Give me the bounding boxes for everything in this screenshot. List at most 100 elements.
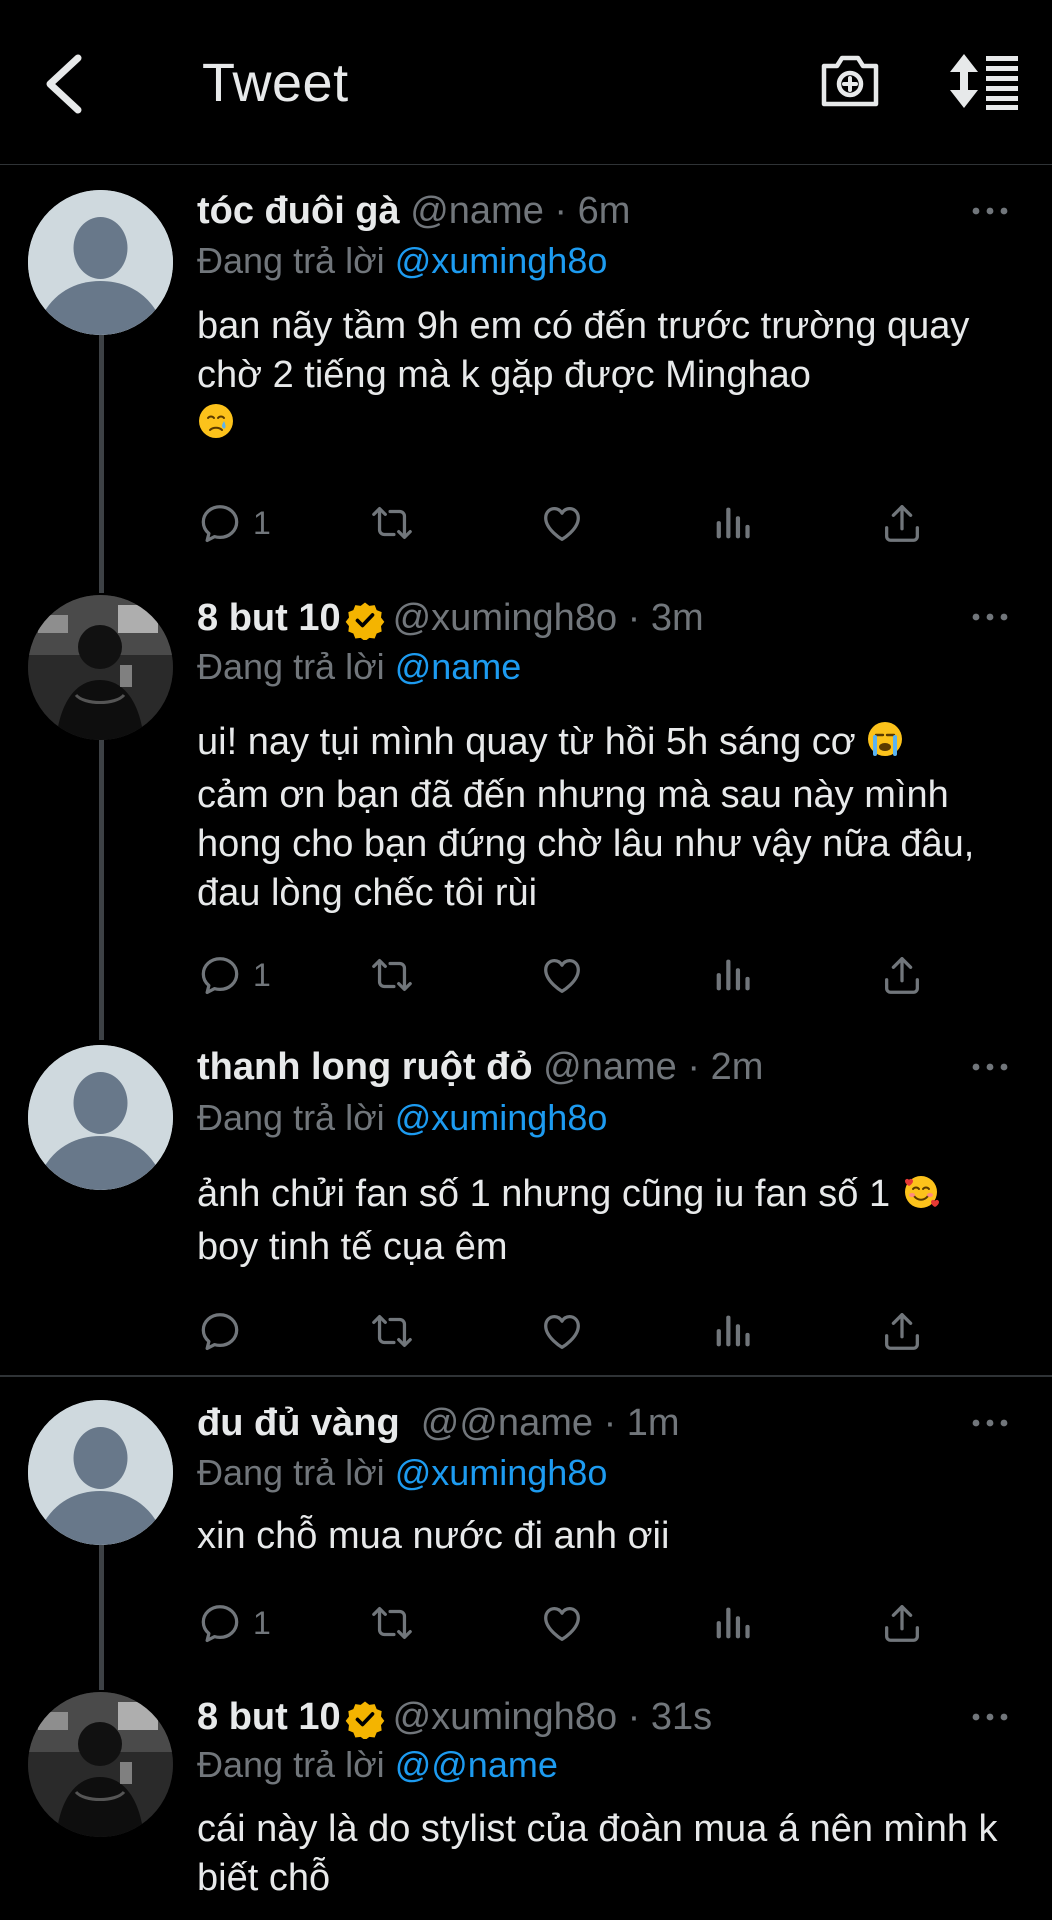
heart-icon xyxy=(539,952,585,998)
camera-button[interactable] xyxy=(818,52,882,110)
reply-context: Đang trả lời @xumingh8o xyxy=(197,1452,607,1494)
more-icon xyxy=(970,205,1010,217)
more-options-button[interactable] xyxy=(970,1060,1020,1080)
reply-button[interactable]: 1 xyxy=(197,1598,271,1648)
more-options-button[interactable] xyxy=(970,1416,1020,1436)
more-options-button[interactable] xyxy=(970,610,1020,630)
avatar[interactable] xyxy=(28,595,173,740)
reply-button[interactable]: 1 xyxy=(197,950,271,1000)
timestamp: 3m xyxy=(650,597,704,639)
avatar[interactable] xyxy=(28,1692,173,1837)
reply-button[interactable] xyxy=(197,1306,243,1356)
analytics-icon xyxy=(709,1600,755,1646)
reply-context: Đang trả lời @xumingh8o xyxy=(197,240,607,282)
reply-mention[interactable]: @xumingh8o xyxy=(395,1097,608,1138)
reply-prefix: Đang trả lời xyxy=(197,646,385,687)
share-icon xyxy=(879,1308,925,1354)
reply-icon xyxy=(197,952,243,998)
display-name[interactable]: đu đủ vàng xyxy=(197,1402,400,1444)
reply-context: Đang trả lời @@name xyxy=(197,1744,558,1786)
top-bar: Tweet xyxy=(0,0,1052,165)
action-bar: 1 xyxy=(197,1598,967,1648)
crying-face-emoji xyxy=(197,402,235,453)
reply-mention[interactable]: @xumingh8o xyxy=(395,240,608,281)
like-button[interactable] xyxy=(539,1306,585,1356)
display-name[interactable]: 8 but 10 xyxy=(197,597,341,639)
chevron-left-icon xyxy=(46,54,82,114)
tweet-text: ui! nay tụi mình quay từ hồi 5h sáng cơ … xyxy=(197,718,1017,918)
reply-icon xyxy=(197,1600,243,1646)
reply-mention[interactable]: @xumingh8o xyxy=(395,1452,608,1493)
sort-button[interactable] xyxy=(948,52,1020,110)
action-bar: 1 xyxy=(197,950,967,1000)
heart-icon xyxy=(539,1600,585,1646)
tweet-body: cái này là do stylist của đoàn mua á nên… xyxy=(197,1808,998,1899)
timestamp: 31s xyxy=(650,1696,713,1738)
heart-icon xyxy=(539,1308,585,1354)
more-options-button[interactable] xyxy=(970,204,1020,224)
more-icon xyxy=(970,1711,1010,1723)
share-icon xyxy=(879,500,925,546)
tweet-header: 8 but 10 @xumingh8o · 3m xyxy=(197,597,704,640)
tweet-header: đu đủ vàng @@name · 1m xyxy=(197,1402,680,1445)
like-button[interactable] xyxy=(539,1598,585,1648)
analytics-icon xyxy=(709,952,755,998)
separator-dot: · xyxy=(687,1046,701,1088)
separator-dot: · xyxy=(554,190,568,232)
retweet-button[interactable] xyxy=(367,498,417,548)
thread-line xyxy=(99,1545,104,1690)
timestamp: 2m xyxy=(710,1046,764,1088)
more-icon xyxy=(970,1061,1010,1073)
reply-count: 1 xyxy=(253,956,271,993)
more-icon xyxy=(970,611,1010,623)
display-name[interactable]: thanh long ruột đỏ xyxy=(197,1046,533,1088)
retweet-icon xyxy=(367,1600,417,1646)
tweet-header: tóc đuôi gà @name · 6m xyxy=(197,190,630,233)
handle: @xumingh8o xyxy=(392,1696,618,1738)
views-button[interactable] xyxy=(709,498,755,548)
sort-icon xyxy=(950,54,1018,110)
reply-icon xyxy=(197,500,243,546)
share-button[interactable] xyxy=(879,1306,925,1356)
tweet-header: thanh long ruột đỏ @name · 2m xyxy=(197,1046,763,1089)
more-options-button[interactable] xyxy=(970,1710,1020,1730)
reply-context: Đang trả lời @name xyxy=(197,646,521,688)
share-icon xyxy=(879,1600,925,1646)
verified-badge-icon xyxy=(345,1699,385,1739)
separator-dot: · xyxy=(627,597,641,639)
display-name[interactable]: tóc đuôi gà xyxy=(197,190,400,232)
reply-mention[interactable]: @name xyxy=(395,646,522,687)
more-icon xyxy=(970,1417,1010,1429)
avatar[interactable] xyxy=(28,1400,173,1545)
reply-button[interactable]: 1 xyxy=(197,498,271,548)
reply-prefix: Đang trả lời xyxy=(197,240,385,281)
thread-line xyxy=(99,740,104,1040)
views-button[interactable] xyxy=(709,1306,755,1356)
tweet-body: ban nãy tầm 9h em có đến trước trường qu… xyxy=(197,305,970,396)
like-button[interactable] xyxy=(539,950,585,1000)
share-button[interactable] xyxy=(879,950,925,1000)
display-name[interactable]: 8 but 10 xyxy=(197,1696,341,1738)
views-button[interactable] xyxy=(709,1598,755,1648)
handle: @xumingh8o xyxy=(392,597,618,639)
retweet-button[interactable] xyxy=(367,950,417,1000)
action-bar xyxy=(197,1306,967,1356)
avatar[interactable] xyxy=(28,1045,173,1190)
camera-plus-icon xyxy=(821,55,879,107)
share-button[interactable] xyxy=(879,498,925,548)
reply-mention[interactable]: @@name xyxy=(395,1744,558,1785)
retweet-button[interactable] xyxy=(367,1306,417,1356)
tweet-body-continued: cảm ơn bạn đã đến nhưng mà sau này mình … xyxy=(197,774,975,914)
share-icon xyxy=(879,952,925,998)
tweet-text: ban nãy tầm 9h em có đến trước trường qu… xyxy=(197,302,1017,453)
retweet-button[interactable] xyxy=(367,1598,417,1648)
avatar[interactable] xyxy=(28,190,173,335)
retweet-icon xyxy=(367,952,417,998)
handle: @name xyxy=(543,1046,677,1088)
reply-count: 1 xyxy=(253,1604,271,1641)
views-button[interactable] xyxy=(709,950,755,1000)
like-button[interactable] xyxy=(539,498,585,548)
share-button[interactable] xyxy=(879,1598,925,1648)
back-button[interactable] xyxy=(40,52,90,116)
tweet-header: 8 but 10 @xumingh8o · 31s xyxy=(197,1696,712,1739)
